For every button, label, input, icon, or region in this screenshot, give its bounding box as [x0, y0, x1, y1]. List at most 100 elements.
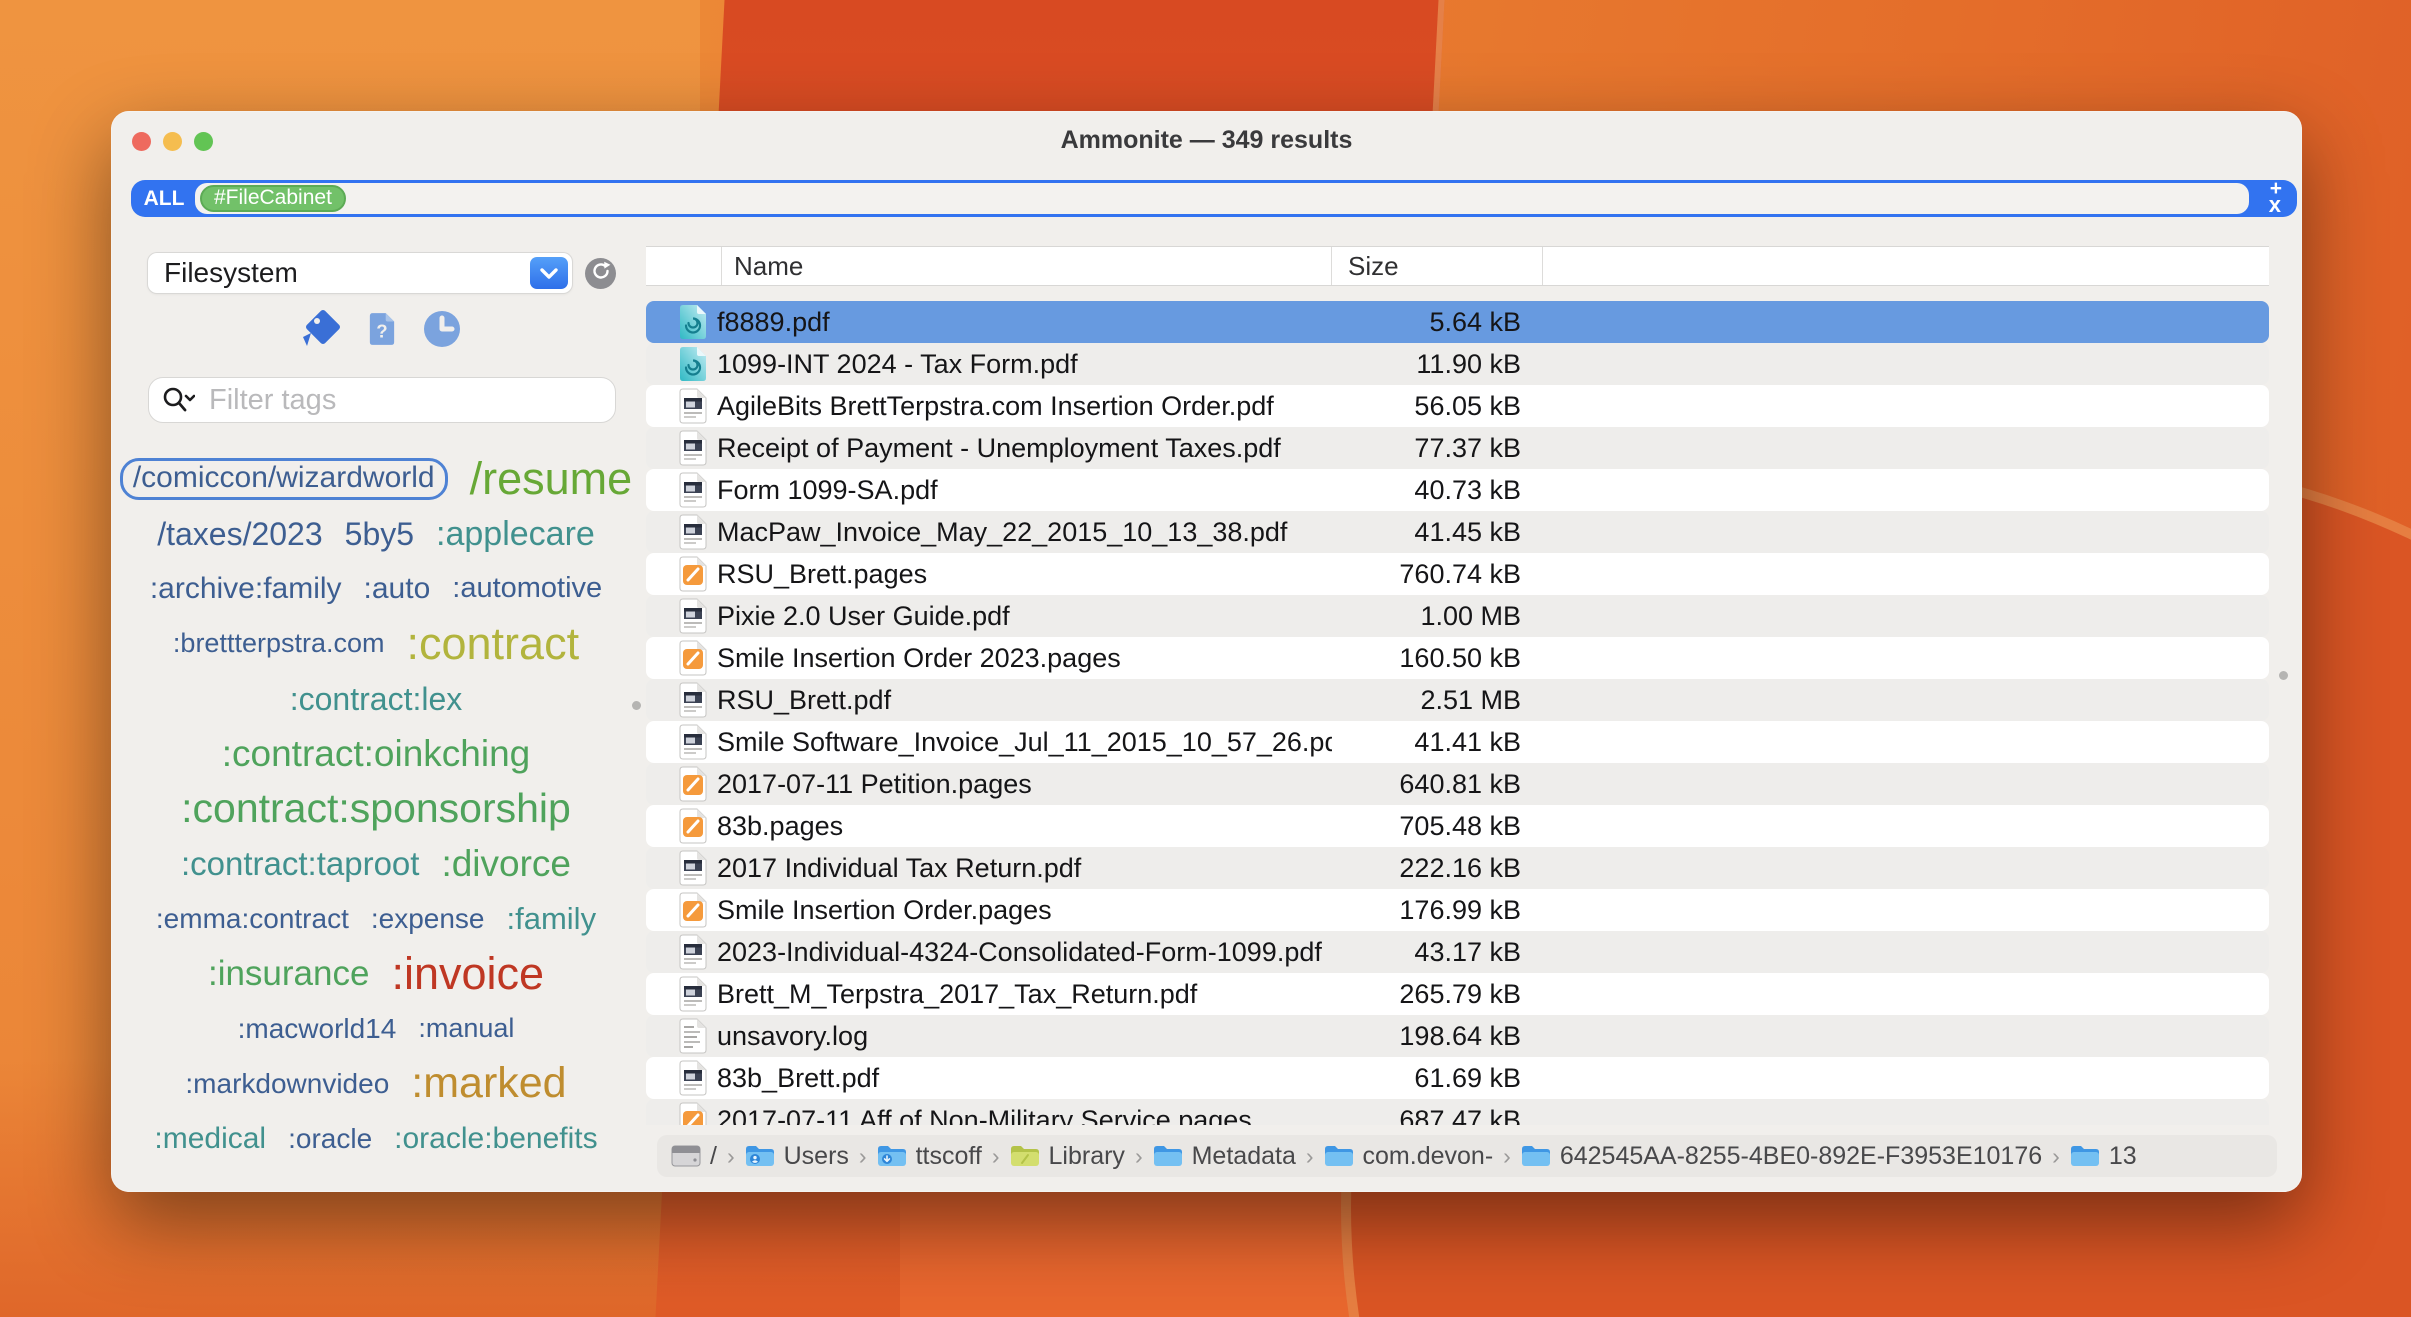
- table-row[interactable]: Pixie 2.0 User Guide.pdf1.00 MB: [646, 595, 2269, 637]
- table-row[interactable]: Form 1099-SA.pdf40.73 kB: [646, 469, 2269, 511]
- tag-cloud-item[interactable]: :emma:contract: [156, 905, 349, 933]
- tag-cloud-item[interactable]: :contract:taproot: [181, 847, 419, 880]
- path-crumb[interactable]: Metadata: [1153, 1142, 1296, 1171]
- path-crumb[interactable]: Library: [1010, 1142, 1125, 1171]
- path-crumb[interactable]: ttscoff: [877, 1142, 982, 1171]
- table-row[interactable]: 83b.pages705.48 kB: [646, 805, 2269, 847]
- tag-cloud-item[interactable]: :contract:oinkching: [222, 735, 531, 772]
- search-bar[interactable]: ALL #FileCabinet + x: [131, 180, 2297, 217]
- path-crumb-label: 642545AA-8255-4BE0-892E-F3953E10176: [1560, 1142, 2042, 1171]
- table-row[interactable]: 2023-Individual-4324-Consolidated-Form-1…: [646, 931, 2269, 973]
- tag-cloud-item[interactable]: /resume: [470, 456, 633, 501]
- source-select[interactable]: Filesystem: [148, 253, 572, 293]
- pdf-file-icon: [678, 682, 708, 718]
- table-row[interactable]: Smile Software_Invoice_Jul_11_2015_10_57…: [646, 721, 2269, 763]
- tag-cloud-item[interactable]: /taxes/2023: [157, 518, 322, 550]
- path-separator: ›: [1502, 1143, 1512, 1170]
- unknown-file-icon[interactable]: ?: [368, 311, 396, 347]
- path-crumb[interactable]: Users: [745, 1142, 849, 1171]
- refresh-button[interactable]: [585, 258, 616, 289]
- file-size: 61.69 kB: [1332, 1063, 1543, 1094]
- icon-column-header: [646, 247, 722, 285]
- search-icon: [161, 385, 195, 420]
- sidebar-splitter-handle[interactable]: [632, 701, 641, 710]
- table-row[interactable]: RSU_Brett.pdf2.51 MB: [646, 679, 2269, 721]
- table-header: Name Size: [646, 246, 2269, 286]
- table-row[interactable]: Smile Insertion Order 2023.pages160.50 k…: [646, 637, 2269, 679]
- tag-cloud-item[interactable]: :oracle: [288, 1125, 372, 1153]
- path-separator: ›: [991, 1143, 1001, 1170]
- file-name: 2017-07-11 Aff of Non-Military Service.p…: [710, 1105, 1332, 1126]
- table-row[interactable]: f8889.pdf5.64 kB: [646, 301, 2269, 343]
- scrollbar-handle[interactable]: [2279, 671, 2288, 680]
- tag-icon[interactable]: [296, 308, 342, 350]
- tag-cloud-item[interactable]: :manual: [418, 1015, 514, 1042]
- search-token[interactable]: #FileCabinet: [200, 185, 346, 212]
- table-row[interactable]: 1099-INT 2024 - Tax Form.pdf11.90 kB: [646, 343, 2269, 385]
- tag-cloud-item[interactable]: :family: [507, 903, 597, 934]
- table-row[interactable]: 2017-07-11 Aff of Non-Military Service.p…: [646, 1099, 2269, 1125]
- chevron-down-icon[interactable]: [530, 257, 568, 289]
- file-name: RSU_Brett.pages: [710, 559, 1332, 590]
- size-column-header[interactable]: Size: [1332, 247, 1543, 285]
- table-row[interactable]: Brett_M_Terpstra_2017_Tax_Return.pdf265.…: [646, 973, 2269, 1015]
- tag-cloud-item[interactable]: :automotive: [452, 574, 602, 603]
- tag-cloud-item[interactable]: :macworld14: [238, 1015, 397, 1043]
- file-size: 11.90 kB: [1332, 349, 1543, 380]
- tag-cloud-item[interactable]: :contract: [407, 621, 580, 666]
- filter-tags-input[interactable]: [148, 377, 616, 423]
- path-separator: ›: [726, 1143, 736, 1170]
- folder-users-icon: [745, 1144, 775, 1168]
- close-window-button[interactable]: [132, 132, 151, 151]
- pdf-file-icon: [678, 850, 708, 886]
- path-separator: ›: [2051, 1143, 2061, 1170]
- tag-cloud-item[interactable]: :oracle:benefits: [394, 1124, 597, 1154]
- clear-search-button[interactable]: x: [2269, 194, 2281, 216]
- table-row[interactable]: unsavory.log198.64 kB: [646, 1015, 2269, 1057]
- table-row[interactable]: Receipt of Payment - Unemployment Taxes.…: [646, 427, 2269, 469]
- zoom-window-button[interactable]: [194, 132, 213, 151]
- filter-tags-field[interactable]: [148, 377, 616, 423]
- file-name: 2017-07-11 Petition.pages: [710, 769, 1332, 800]
- file-list: f8889.pdf5.64 kB1099-INT 2024 - Tax Form…: [646, 301, 2269, 1125]
- tag-cloud-item[interactable]: :contract:sponsorship: [181, 788, 571, 829]
- file-size: 687.47 kB: [1332, 1105, 1543, 1126]
- tag-cloud-item[interactable]: :archive:family: [150, 574, 342, 604]
- table-row[interactable]: 2017-07-11 Petition.pages640.81 kB: [646, 763, 2269, 805]
- tag-cloud-item[interactable]: :markdownvideo: [185, 1070, 389, 1098]
- path-crumb[interactable]: 13: [2070, 1142, 2137, 1171]
- tag-cloud-item[interactable]: :divorce: [441, 845, 571, 882]
- search-mode-button[interactable]: ALL: [131, 180, 197, 217]
- file-size: 41.41 kB: [1332, 727, 1543, 758]
- tag-cloud-item[interactable]: :insurance: [208, 956, 369, 991]
- recent-clock-icon[interactable]: [422, 309, 462, 349]
- table-row[interactable]: 83b_Brett.pdf61.69 kB: [646, 1057, 2269, 1099]
- tag-cloud-item[interactable]: :brettterpstra.com: [173, 630, 385, 657]
- window-title: Ammonite — 349 results: [111, 111, 2302, 169]
- tag-cloud-item[interactable]: :expense: [371, 905, 485, 933]
- file-name: Form 1099-SA.pdf: [710, 475, 1332, 506]
- tag-cloud-item[interactable]: 5by5: [345, 518, 414, 550]
- table-row[interactable]: 2017 Individual Tax Return.pdf222.16 kB: [646, 847, 2269, 889]
- minimize-window-button[interactable]: [163, 132, 182, 151]
- tag-cloud-item[interactable]: /comiccon/wizardworld: [120, 458, 448, 500]
- path-crumb[interactable]: com.devon-: [1324, 1142, 1494, 1171]
- name-column-header[interactable]: Name: [722, 247, 1332, 285]
- path-crumb[interactable]: /: [671, 1142, 717, 1171]
- tag-cloud-item[interactable]: :medical: [154, 1124, 266, 1154]
- table-row[interactable]: Smile Insertion Order.pages176.99 kB: [646, 889, 2269, 931]
- tag-cloud-item[interactable]: :applecare: [436, 517, 595, 551]
- pages-file-icon: [678, 892, 708, 928]
- search-input[interactable]: #FileCabinet: [195, 183, 2249, 214]
- path-crumb[interactable]: 642545AA-8255-4BE0-892E-F3953E10176: [1521, 1142, 2042, 1171]
- table-row[interactable]: AgileBits BrettTerpstra.com Insertion Or…: [646, 385, 2269, 427]
- drive-icon: [671, 1143, 701, 1169]
- tag-cloud-item[interactable]: :auto: [364, 574, 431, 604]
- tag-cloud-item[interactable]: :invoice: [391, 951, 544, 996]
- file-name: 2023-Individual-4324-Consolidated-Form-1…: [710, 937, 1332, 968]
- tag-cloud-row: :contract:oinkching: [126, 726, 626, 781]
- table-row[interactable]: RSU_Brett.pages760.74 kB: [646, 553, 2269, 595]
- tag-cloud-item[interactable]: :contract:lex: [290, 683, 463, 715]
- tag-cloud-item[interactable]: :marked: [411, 1062, 566, 1105]
- table-row[interactable]: MacPaw_Invoice_May_22_2015_10_13_38.pdf4…: [646, 511, 2269, 553]
